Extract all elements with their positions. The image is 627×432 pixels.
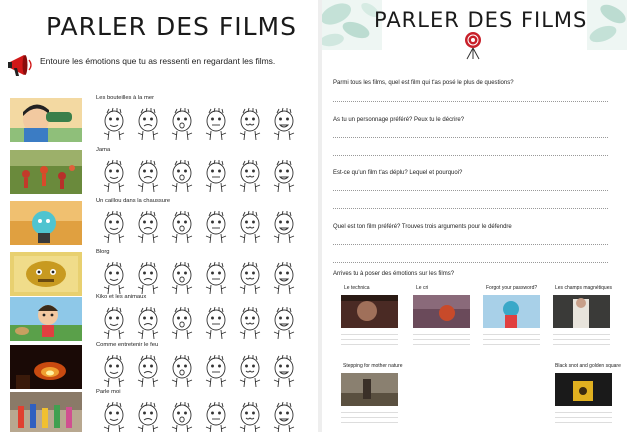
question-text: As tu un personnage préféré? Peux tu le … (333, 117, 465, 123)
film-title: Kiko et les animaux (96, 294, 147, 300)
question-text: Quel est ton film préféré? Trouves trois… (333, 224, 512, 230)
emotion-faces (100, 354, 300, 388)
megaphone-icon (8, 55, 32, 76)
film-camera-logo-icon (465, 32, 481, 60)
emotion-faces (100, 261, 300, 295)
film-thumbnail (10, 98, 82, 142)
right-page: PARLER DES FILMS Parmi tous les films, q… (322, 0, 627, 432)
emotion-faces (100, 306, 300, 340)
emotion-faces (100, 159, 300, 193)
film-thumbnail (10, 252, 82, 296)
question-text: Parmi tous les films, quel est film qui … (333, 80, 514, 86)
film-option-thumbnail (555, 373, 612, 406)
answer-lines[interactable] (555, 408, 612, 428)
film-option-title: Stepping for mother nature (343, 363, 403, 369)
film-option-title: Le technica (344, 285, 370, 291)
left-page: PARLER DES FILMS Entoure les émotions qu… (0, 0, 318, 432)
answer-lines[interactable] (341, 408, 398, 428)
answer-line[interactable] (333, 262, 608, 263)
film-option-thumbnail (341, 373, 398, 406)
answer-line[interactable] (333, 101, 608, 102)
film-option-title: Forgot your password? (486, 285, 538, 291)
film-thumbnail (10, 150, 82, 194)
film-title: Les bouteilles à la mer (96, 95, 155, 101)
film-row: Un caillou dans la chaussure (10, 198, 310, 245)
film-thumbnail (10, 392, 82, 432)
leaf-decoration-right (587, 0, 627, 50)
question-text: Arrives tu à poser des émotions sur les … (333, 271, 455, 277)
left-page-title: PARLER DES FILMS (46, 12, 297, 41)
answer-line[interactable] (333, 190, 608, 191)
answer-line[interactable] (333, 208, 608, 209)
emotion-faces (100, 210, 300, 244)
film-title: Comme entretenir le feu (96, 342, 159, 348)
film-thumbnail (10, 345, 82, 389)
film-option-thumbnail (341, 295, 398, 328)
emotion-faces (100, 107, 300, 141)
question-text: Est-ce qu'un film t'as déplu? Lequel et … (333, 170, 463, 176)
answer-lines[interactable] (553, 330, 610, 350)
film-option-thumbnail (413, 295, 470, 328)
film-title: Un caillou dans la chaussure (96, 198, 171, 204)
answer-line[interactable] (333, 244, 608, 245)
film-row: Blorg (10, 249, 310, 296)
film-title: Parle moi (96, 389, 121, 395)
film-row: Jama (10, 147, 310, 194)
film-row: Kiko et les animaux (10, 294, 310, 341)
film-option-title: Les champs magnétiques (555, 285, 612, 291)
film-thumbnail (10, 201, 82, 245)
film-option-title: Le cri (416, 285, 429, 291)
film-row: Parle moi (10, 389, 310, 432)
film-option-thumbnail (483, 295, 540, 328)
answer-lines[interactable] (483, 330, 540, 350)
leaf-decoration-left (322, 0, 382, 50)
emotion-faces (100, 401, 300, 432)
right-page-title: PARLER DES FILMS (374, 8, 588, 32)
film-option-thumbnail (553, 295, 610, 328)
answer-line[interactable] (333, 155, 608, 156)
film-row: Comme entretenir le feu (10, 342, 310, 389)
answer-line[interactable] (333, 137, 608, 138)
film-row: Les bouteilles à la mer (10, 95, 310, 142)
film-title: Blorg (96, 249, 110, 255)
answer-lines[interactable] (341, 330, 398, 350)
instruction-text: Entoure les émotions que tu as ressenti … (40, 56, 276, 66)
answer-lines[interactable] (413, 330, 470, 350)
film-thumbnail (10, 297, 82, 341)
film-option-title: Black snot and golden square (555, 363, 621, 369)
film-title: Jama (96, 147, 111, 153)
